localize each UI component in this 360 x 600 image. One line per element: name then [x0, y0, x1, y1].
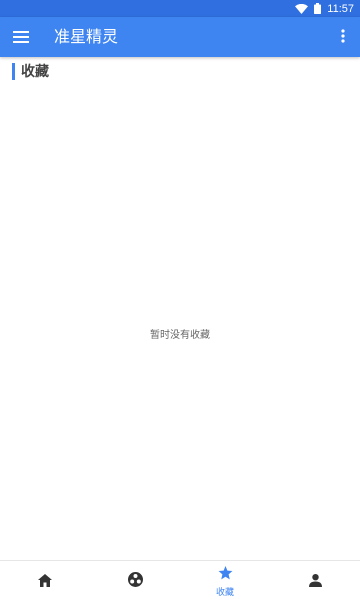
star-icon [218, 565, 233, 584]
section-header: 收藏 [12, 62, 49, 80]
menu-button[interactable] [10, 26, 32, 48]
empty-state-message: 暂时没有收藏 [150, 330, 210, 341]
section-title: 收藏 [21, 64, 49, 80]
status-indicators: 11:57 [295, 0, 354, 17]
nav-item-game[interactable] [90, 561, 180, 600]
app-bar: 准星精灵 [0, 17, 360, 57]
game-icon [127, 571, 143, 591]
bottom-navigation: 收藏 [0, 560, 360, 600]
section-accent-bar [12, 62, 15, 80]
more-vert-icon [341, 28, 345, 47]
wifi-icon [295, 3, 309, 14]
person-icon [308, 572, 322, 591]
battery-icon [314, 3, 322, 14]
home-icon [38, 572, 52, 591]
nav-label-favorites: 收藏 [215, 587, 234, 598]
status-time: 11:57 [327, 2, 354, 15]
app-title: 准星精灵 [54, 27, 119, 46]
nav-item-favorites[interactable]: 收藏 [180, 561, 270, 600]
menu-icon [13, 28, 29, 47]
nav-item-profile[interactable] [270, 561, 360, 600]
app-screen: 11:57 准星精灵 收藏 暂时没有收藏 收藏 [0, 0, 360, 600]
status-bar: 11:57 [0, 0, 360, 17]
more-options-button[interactable] [334, 26, 352, 48]
nav-item-home[interactable] [0, 561, 90, 600]
